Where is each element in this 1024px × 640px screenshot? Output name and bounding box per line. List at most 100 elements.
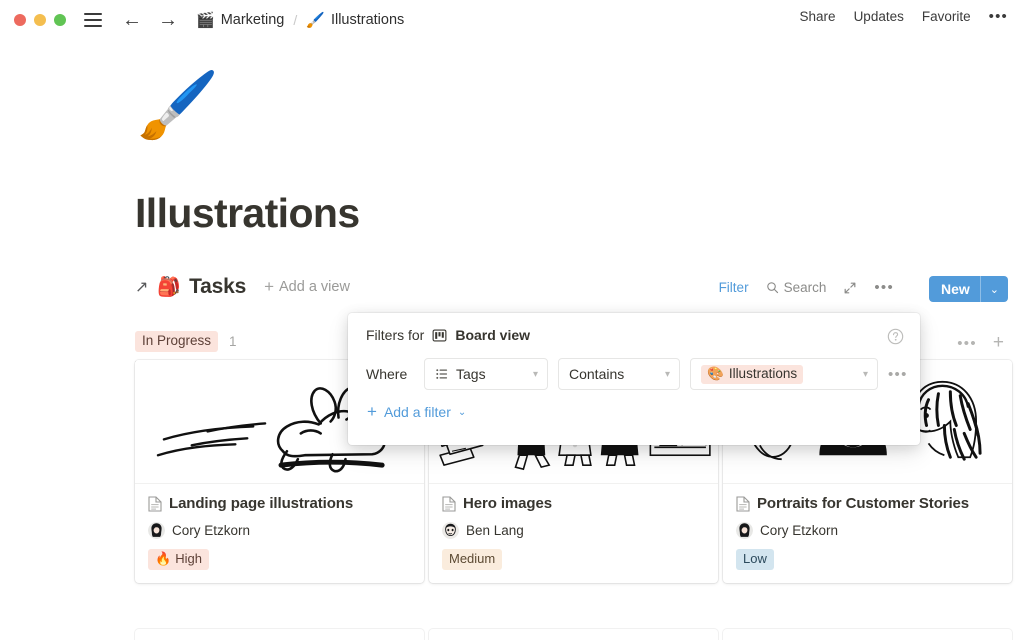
filter-operator-value: Contains [569,366,625,382]
database-header: ↗ 🎒 Tasks + Add a view [135,275,350,299]
column-more-icon[interactable]: ••• [957,335,977,352]
search-button[interactable]: Search [766,280,826,295]
filter-popover: Filters for Board view Where Tags ▾ Cont… [348,313,920,445]
priority-label: Medium [449,551,496,566]
page-title[interactable]: Illustrations [135,190,360,237]
forward-arrow-icon[interactable]: → [158,10,178,30]
column-add-icon[interactable]: + [993,332,1004,354]
nav-arrows: ← → [122,10,178,30]
page-icon [442,495,456,512]
help-circle-icon[interactable] [887,328,904,350]
new-button-label: New [940,281,970,297]
chevron-down-icon: ⌄ [457,406,467,418]
search-icon [766,282,778,294]
filter-operator-select[interactable]: Contains ▾ [558,358,680,390]
filter-property-value: Tags [456,366,486,382]
fire-icon: 🔥 [155,551,172,566]
add-filter-button[interactable]: + Add a filter ⌄ [348,390,920,422]
card-person-name: Ben Lang [466,523,524,538]
share-button[interactable]: Share [800,9,836,24]
priority-label: Low [743,551,767,566]
avatar [736,522,753,539]
breadcrumb-item-illustrations[interactable]: 🖌️ Illustrations [306,12,404,28]
notion-window: ← → 🎬 Marketing / 🖌️ Illustrations Share… [0,0,1024,640]
multi-select-icon [436,369,448,379]
board-view-icon [432,328,447,343]
favorite-button[interactable]: Favorite [922,9,971,24]
next-row-cards [135,629,1012,640]
chevron-down-icon[interactable]: ⌄ [981,283,1008,296]
breadcrumb-label-illustrations: Illustrations [330,12,405,28]
add-filter-label: Add a filter [383,404,451,420]
back-arrow-icon[interactable]: ← [122,10,142,30]
priority-badge[interactable]: Low [736,549,774,571]
avatar [148,522,165,539]
status-badge[interactable]: In Progress [135,331,219,353]
updates-button[interactable]: Updates [854,9,904,24]
column-count: 1 [229,334,237,350]
priority-label: High [175,551,202,566]
card-title-row: Portraits for Customer Stories [736,495,999,512]
breadcrumb-separator: / [293,12,298,28]
card-person-row: Cory Etzkorn [736,522,999,539]
card-person-row: Cory Etzkorn [148,522,411,539]
page-icon [736,495,750,512]
board-column-header: In Progress 1 [135,331,237,353]
card-title-row: Landing page illustrations [148,495,411,512]
page-icon[interactable]: 🖌️ [137,72,219,138]
database-title[interactable]: Tasks [189,275,246,299]
card-body: Portraits for Customer Stories Cory Etzk… [723,484,1012,583]
add-view-label: Add a view [279,279,350,295]
palette-icon: 🎨 [707,365,724,381]
plus-icon: + [367,402,377,421]
expand-icon[interactable] [843,281,857,295]
filter-row-more-icon[interactable]: ••• [888,366,908,383]
new-button[interactable]: New ⌄ [928,276,1008,302]
add-view-button[interactable]: + Add a view [264,277,350,297]
close-button[interactable] [14,14,26,26]
chevron-down-icon: ▾ [532,368,538,380]
column-tools: ••• + [957,332,1004,354]
filter-popover-header: Filters for Board view [348,313,920,343]
avatar [442,522,459,539]
minimize-button[interactable] [34,14,46,26]
plus-icon: + [264,277,275,296]
filters-for-label: Filters for [366,327,425,343]
breadcrumb: 🎬 Marketing / 🖌️ Illustrations [196,12,404,28]
board-card-partial[interactable] [429,629,718,640]
view-more-icon[interactable]: ••• [874,279,894,296]
breadcrumb-item-marketing[interactable]: 🎬 Marketing [196,12,284,28]
clapper-board-icon: 🎬 [196,11,215,29]
filter-value-label: Illustrations [728,366,798,381]
filter-button[interactable]: Filter [719,280,749,295]
open-database-icon[interactable]: ↗ [135,277,148,297]
priority-badge[interactable]: Medium [442,549,503,571]
where-label: Where [366,366,408,382]
board-card-partial[interactable] [723,629,1012,640]
page-icon [148,495,162,512]
card-body: Hero images Ben Lang Medium [429,484,718,583]
filter-value-select[interactable]: 🎨 Illustrations ▾ [690,358,878,390]
card-person-row: Ben Lang [442,522,705,539]
header-actions: Share Updates Favorite ••• [800,8,1008,25]
card-title-row: Hero images [442,495,705,512]
card-body: Landing page illustrations Cory Etzkorn [135,484,424,583]
title-bar: ← → 🎬 Marketing / 🖌️ Illustrations Share… [0,0,1024,40]
priority-badge[interactable]: 🔥 High [148,549,209,571]
hamburger-icon[interactable] [84,13,102,27]
filter-property-select[interactable]: Tags ▾ [424,358,548,390]
more-options-icon[interactable]: ••• [989,8,1008,25]
card-title: Hero images [463,495,552,512]
card-title: Landing page illustrations [169,495,354,512]
board-card-partial[interactable] [135,629,424,640]
card-person-name: Cory Etzkorn [760,523,839,538]
filter-row: Where Tags ▾ Contains ▾ 🎨 Illustrations … [348,343,920,390]
view-name: Board view [455,327,531,343]
filter-value-tag: 🎨 Illustrations [701,364,804,384]
card-person-name: Cory Etzkorn [172,523,251,538]
zoom-button[interactable] [54,14,66,26]
chevron-down-icon: ▾ [664,368,670,380]
traffic-lights [14,14,66,26]
database-toolbar-actions: Filter Search ••• [719,279,894,296]
chevron-down-icon: ▾ [862,368,868,380]
